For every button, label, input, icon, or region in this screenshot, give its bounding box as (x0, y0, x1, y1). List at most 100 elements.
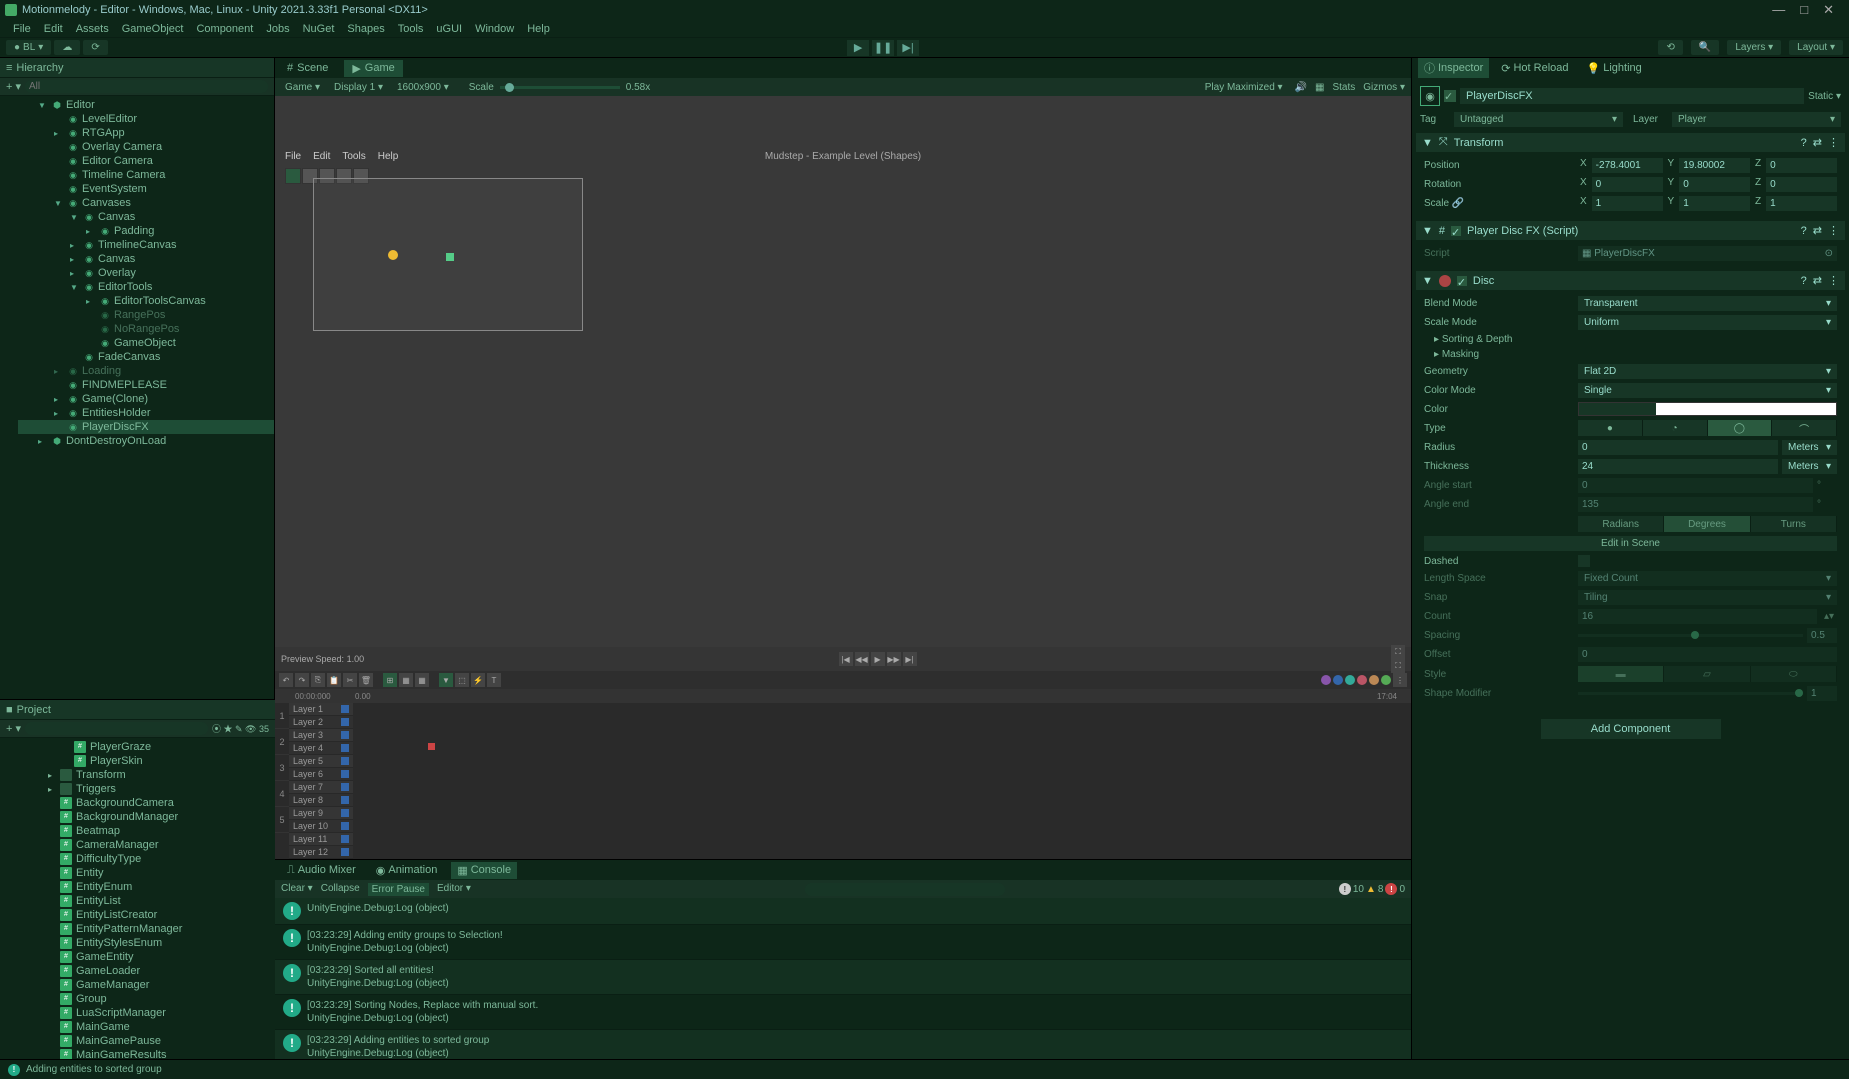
hierarchy-item[interactable]: ◉PlayerDiscFX (18, 420, 274, 434)
edit-in-scene-button[interactable]: Edit in Scene (1424, 536, 1837, 551)
radius-unit-dropdown[interactable]: Meters▾ (1782, 440, 1837, 455)
project-item[interactable]: #PlayerSkin (0, 754, 275, 768)
scale-x-field[interactable]: 1 (1592, 196, 1663, 211)
game-viewport[interactable]: File Edit Tools Help Mudstep - Example L… (275, 96, 1411, 859)
console-collapse-button[interactable]: Collapse (321, 883, 360, 896)
project-item[interactable]: #GameLoader (0, 964, 275, 978)
hierarchy-item[interactable]: ◉FINDMEPLEASE (18, 378, 274, 392)
hot-reload-tab[interactable]: ⟳ Hot Reload (1495, 60, 1574, 77)
gameobject-enabled-checkbox[interactable]: ✓ (1444, 90, 1456, 102)
audio-mixer-tab[interactable]: ⎍ Audio Mixer (281, 862, 362, 879)
game-tab[interactable]: ▶ Game (344, 60, 402, 77)
hierarchy-item[interactable]: ◉GameObject (18, 336, 274, 350)
sorting-foldout[interactable]: ▸ Sorting & Depth (1434, 334, 1512, 345)
project-item[interactable]: #CameraManager (0, 838, 275, 852)
editor-menu-help[interactable]: Help (378, 151, 399, 162)
project-item[interactable]: #GameManager (0, 978, 275, 992)
project-item[interactable]: #BackgroundCamera (0, 796, 275, 810)
project-item[interactable]: #Beatmap (0, 824, 275, 838)
menu-file[interactable]: File (8, 21, 36, 37)
rotation-x-field[interactable]: 0 (1592, 177, 1663, 192)
hierarchy-item[interactable]: ▸◉Loading (18, 364, 274, 378)
scale-link-icon[interactable]: 🔗 (1452, 198, 1464, 209)
hierarchy-item[interactable]: ◉NoRangePos (18, 322, 274, 336)
console-log-entry[interactable]: ![03:23:29] Sorting Nodes, Replace with … (275, 995, 1411, 1030)
layer-dropdown[interactable]: Player▾ (1672, 112, 1841, 127)
help-icon[interactable]: ? (1801, 225, 1807, 237)
tl-sel2-icon[interactable]: ⚡ (471, 673, 485, 687)
tl-sel1-icon[interactable]: ⬚ (455, 673, 469, 687)
project-item[interactable]: #MainGamePause (0, 1034, 275, 1048)
console-warn-count[interactable]: ▲8 (1366, 883, 1383, 895)
project-item[interactable]: ▸Triggers (0, 782, 275, 796)
hierarchy-tab[interactable]: ≡ Hierarchy (6, 62, 64, 74)
tag-dropdown[interactable]: Untagged▾ (1454, 112, 1623, 127)
hierarchy-item[interactable]: ▸◉EntitiesHolder (18, 406, 274, 420)
menu-jobs[interactable]: Jobs (261, 21, 294, 37)
playerdiscfx-component-header[interactable]: ▼# ✓ Player Disc FX (Script) ? ⇄ ⋮ (1416, 221, 1845, 240)
menu-window[interactable]: Window (470, 21, 519, 37)
resolution-dropdown[interactable]: 1600x900 ▾ (393, 81, 453, 94)
game-view-dropdown[interactable]: Game ▾ (281, 81, 324, 94)
timeline-clip[interactable] (428, 743, 435, 750)
console-info-count[interactable]: !10 (1339, 883, 1364, 895)
add-component-button[interactable]: Add Component (1541, 719, 1721, 739)
color-mode-dropdown[interactable]: Single▾ (1578, 383, 1837, 398)
play-button[interactable]: ▶ (847, 40, 869, 56)
close-button[interactable]: ✕ (1823, 2, 1834, 18)
project-item[interactable]: #BackgroundManager (0, 810, 275, 824)
menu-tools[interactable]: Tools (393, 21, 429, 37)
dashed-checkbox[interactable] (1578, 555, 1590, 567)
tl-color-blue[interactable] (1333, 675, 1343, 685)
menu-shapes[interactable]: Shapes (342, 21, 389, 37)
hierarchy-item[interactable]: ◉EventSystem (18, 182, 274, 196)
project-item[interactable]: #Group (0, 992, 275, 1006)
project-item[interactable]: #GameEntity (0, 950, 275, 964)
tl-marker-icon[interactable]: ▼ (439, 673, 453, 687)
tl-grid1-icon[interactable]: ▦ (399, 673, 413, 687)
rotation-y-field[interactable]: 0 (1679, 177, 1750, 192)
inspector-tab[interactable]: ⓘ Inspector (1418, 58, 1489, 78)
hierarchy-item[interactable]: ◉Overlay Camera (18, 140, 274, 154)
rotation-z-field[interactable]: 0 (1766, 177, 1837, 192)
editor-menu-tools[interactable]: Tools (342, 151, 365, 162)
angle-unit-segment[interactable]: Radians Degrees Turns (1578, 516, 1837, 532)
preset-icon[interactable]: ⇄ (1813, 274, 1822, 287)
animation-tab[interactable]: ◉ Animation (370, 862, 444, 879)
gameobject-name-field[interactable]: PlayerDiscFX (1460, 88, 1804, 104)
timeline-layer-row[interactable]: Layer 1 (289, 703, 353, 716)
hierarchy-item[interactable]: ▸◉EditorToolsCanvas (18, 294, 274, 308)
timeline-next-icon[interactable]: ▶▶ (887, 652, 901, 666)
hierarchy-item[interactable]: ▼⬢Editor (18, 98, 274, 112)
version-control-button[interactable]: ⟳ (83, 40, 107, 55)
menu-gameobject[interactable]: GameObject (117, 21, 189, 37)
hierarchy-item[interactable]: ▼◉EditorTools (18, 280, 274, 294)
scale-y-field[interactable]: 1 (1679, 196, 1750, 211)
scene-tab[interactable]: # Scene (279, 60, 336, 76)
tl-redo-icon[interactable]: ↷ (295, 673, 309, 687)
project-create-button[interactable]: + ▾ (6, 722, 21, 735)
scale-slider[interactable] (500, 86, 620, 89)
project-item[interactable]: #MainGameResults (0, 1048, 275, 1059)
tl-grid2-icon[interactable]: ▦ (415, 673, 429, 687)
position-x-field[interactable]: -278.4001 (1592, 158, 1663, 173)
mute-audio-icon[interactable]: 🔊 (1295, 82, 1307, 93)
tl-paste-icon[interactable]: 📋 (327, 673, 341, 687)
timeline-prev-icon[interactable]: ◀◀ (855, 652, 869, 666)
preset-icon[interactable]: ⇄ (1813, 136, 1822, 149)
hierarchy-item[interactable]: ▸◉Overlay (18, 266, 274, 280)
timeline-layer-row[interactable]: Layer 3 (289, 729, 353, 742)
menu-nuget[interactable]: NuGet (298, 21, 340, 37)
display-dropdown[interactable]: Display 1 ▾ (330, 81, 387, 94)
geometry-dropdown[interactable]: Flat 2D▾ (1578, 364, 1837, 379)
static-dropdown[interactable]: Static ▾ (1808, 91, 1841, 102)
pause-button[interactable]: ❚❚ (872, 40, 894, 56)
color-field[interactable] (1578, 402, 1837, 416)
help-icon[interactable]: ? (1801, 137, 1807, 149)
timeline-layer-row[interactable]: Layer 8 (289, 794, 353, 807)
project-search[interactable] (25, 722, 208, 735)
hierarchy-item[interactable]: ◉Timeline Camera (18, 168, 274, 182)
account-dropdown[interactable]: ● BL ▾ (6, 40, 51, 55)
menu-icon[interactable]: ⋮ (1828, 274, 1839, 287)
step-button[interactable]: ▶| (897, 40, 919, 56)
